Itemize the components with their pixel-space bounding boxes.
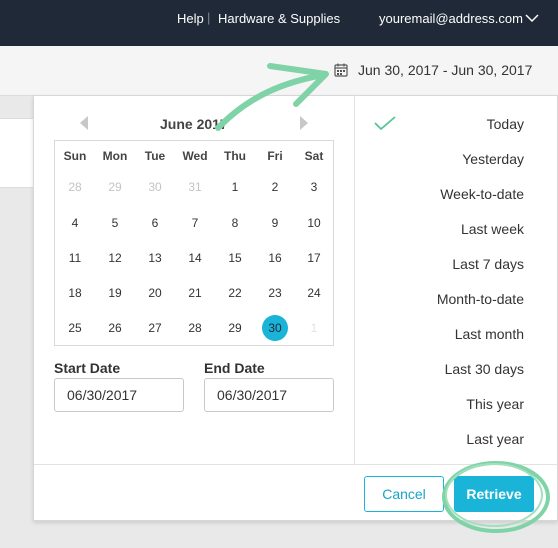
prev-month-arrow-icon[interactable] (80, 116, 88, 130)
calendar-day[interactable]: 21 (175, 286, 215, 300)
preset-today[interactable]: Today (354, 116, 524, 132)
preset-last-week[interactable]: Last week (354, 221, 524, 237)
calendar-day[interactable]: 1 (294, 321, 334, 335)
calendar-day[interactable]: 18 (55, 286, 95, 300)
calendar-day[interactable]: 19 (95, 286, 135, 300)
calendar-day[interactable]: 28 (55, 180, 95, 194)
preset-last-30-days[interactable]: Last 30 days (354, 361, 524, 377)
weekday-header: Sat (304, 149, 324, 163)
calendar-day[interactable]: 11 (55, 251, 95, 265)
start-date-input[interactable]: 06/30/2017 (54, 378, 184, 412)
help-link[interactable]: Help (177, 11, 204, 26)
calendar-day[interactable]: 22 (215, 286, 255, 300)
calendar-grid (54, 140, 334, 346)
chevron-down-icon[interactable] (525, 13, 539, 23)
preset-week-to-date[interactable]: Week-to-date (354, 186, 524, 202)
weekday-header: Wed (182, 149, 208, 163)
weekday-header: Sun (63, 149, 87, 163)
calendar-day[interactable]: 13 (135, 251, 175, 265)
calendar-day[interactable]: 5 (95, 216, 135, 230)
preset-yesterday[interactable]: Yesterday (354, 151, 524, 167)
background-content (0, 118, 34, 188)
start-date-label: Start Date (54, 360, 121, 376)
calendar-day[interactable]: 27 (135, 321, 175, 335)
calendar-day[interactable]: 28 (175, 321, 215, 335)
calendar-day[interactable]: 15 (215, 251, 255, 265)
top-nav-bar: Help | Hardware & Supplies youremail@add… (0, 0, 558, 46)
calendar-day[interactable]: 30 (135, 180, 175, 194)
preset-month-to-date[interactable]: Month-to-date (354, 291, 524, 307)
weekday-header: Thu (224, 149, 246, 163)
calendar-day[interactable]: 17 (294, 251, 334, 265)
calendar-day[interactable]: 10 (294, 216, 334, 230)
divider (34, 464, 558, 465)
calendar-day[interactable]: 2 (255, 180, 295, 194)
calendar-day[interactable]: 29 (95, 180, 135, 194)
calendar-day[interactable]: 20 (135, 286, 175, 300)
calendar-day[interactable]: 24 (294, 286, 334, 300)
retrieve-button[interactable]: Retrieve (454, 476, 534, 512)
account-email-menu[interactable]: youremail@address.com (379, 11, 523, 26)
nav-separator: | (207, 10, 211, 25)
calendar-day[interactable]: 14 (175, 251, 215, 265)
end-date-label: End Date (204, 360, 265, 376)
weekday-header: Mon (102, 149, 128, 163)
date-range-button[interactable]: Jun 30, 2017 - Jun 30, 2017 (358, 62, 532, 78)
calendar-day[interactable]: 6 (135, 216, 175, 230)
calendar-day-selected[interactable]: 30 (255, 321, 295, 335)
end-date-input[interactable]: 06/30/2017 (204, 378, 334, 412)
preset-last-month[interactable]: Last month (354, 326, 524, 342)
calendar-day[interactable]: 9 (255, 216, 295, 230)
calendar-day[interactable]: 7 (175, 216, 215, 230)
calendar-day[interactable]: 1 (215, 180, 255, 194)
weekday-header: Tue (144, 149, 166, 163)
calendar-day[interactable]: 25 (55, 321, 95, 335)
hardware-supplies-link[interactable]: Hardware & Supplies (218, 11, 340, 26)
calendar-day[interactable]: 29 (215, 321, 255, 335)
preset-last-7-days[interactable]: Last 7 days (354, 256, 524, 272)
calendar-day[interactable]: 8 (215, 216, 255, 230)
calendar-day[interactable]: 16 (255, 251, 295, 265)
calendar-day[interactable]: 12 (95, 251, 135, 265)
cancel-button[interactable]: Cancel (364, 476, 444, 512)
preset-this-year[interactable]: This year (354, 396, 524, 412)
weekday-header: Fri (267, 149, 283, 163)
preset-last-year[interactable]: Last year (354, 431, 524, 447)
month-title: June 2017 (160, 116, 228, 132)
calendar-day[interactable]: 31 (175, 180, 215, 194)
calendar-icon[interactable] (334, 63, 348, 77)
calendar-day[interactable]: 23 (255, 286, 295, 300)
calendar-day[interactable]: 4 (55, 216, 95, 230)
calendar-day[interactable]: 3 (294, 180, 334, 194)
next-month-arrow-icon[interactable] (300, 116, 308, 130)
calendar-day[interactable]: 26 (95, 321, 135, 335)
